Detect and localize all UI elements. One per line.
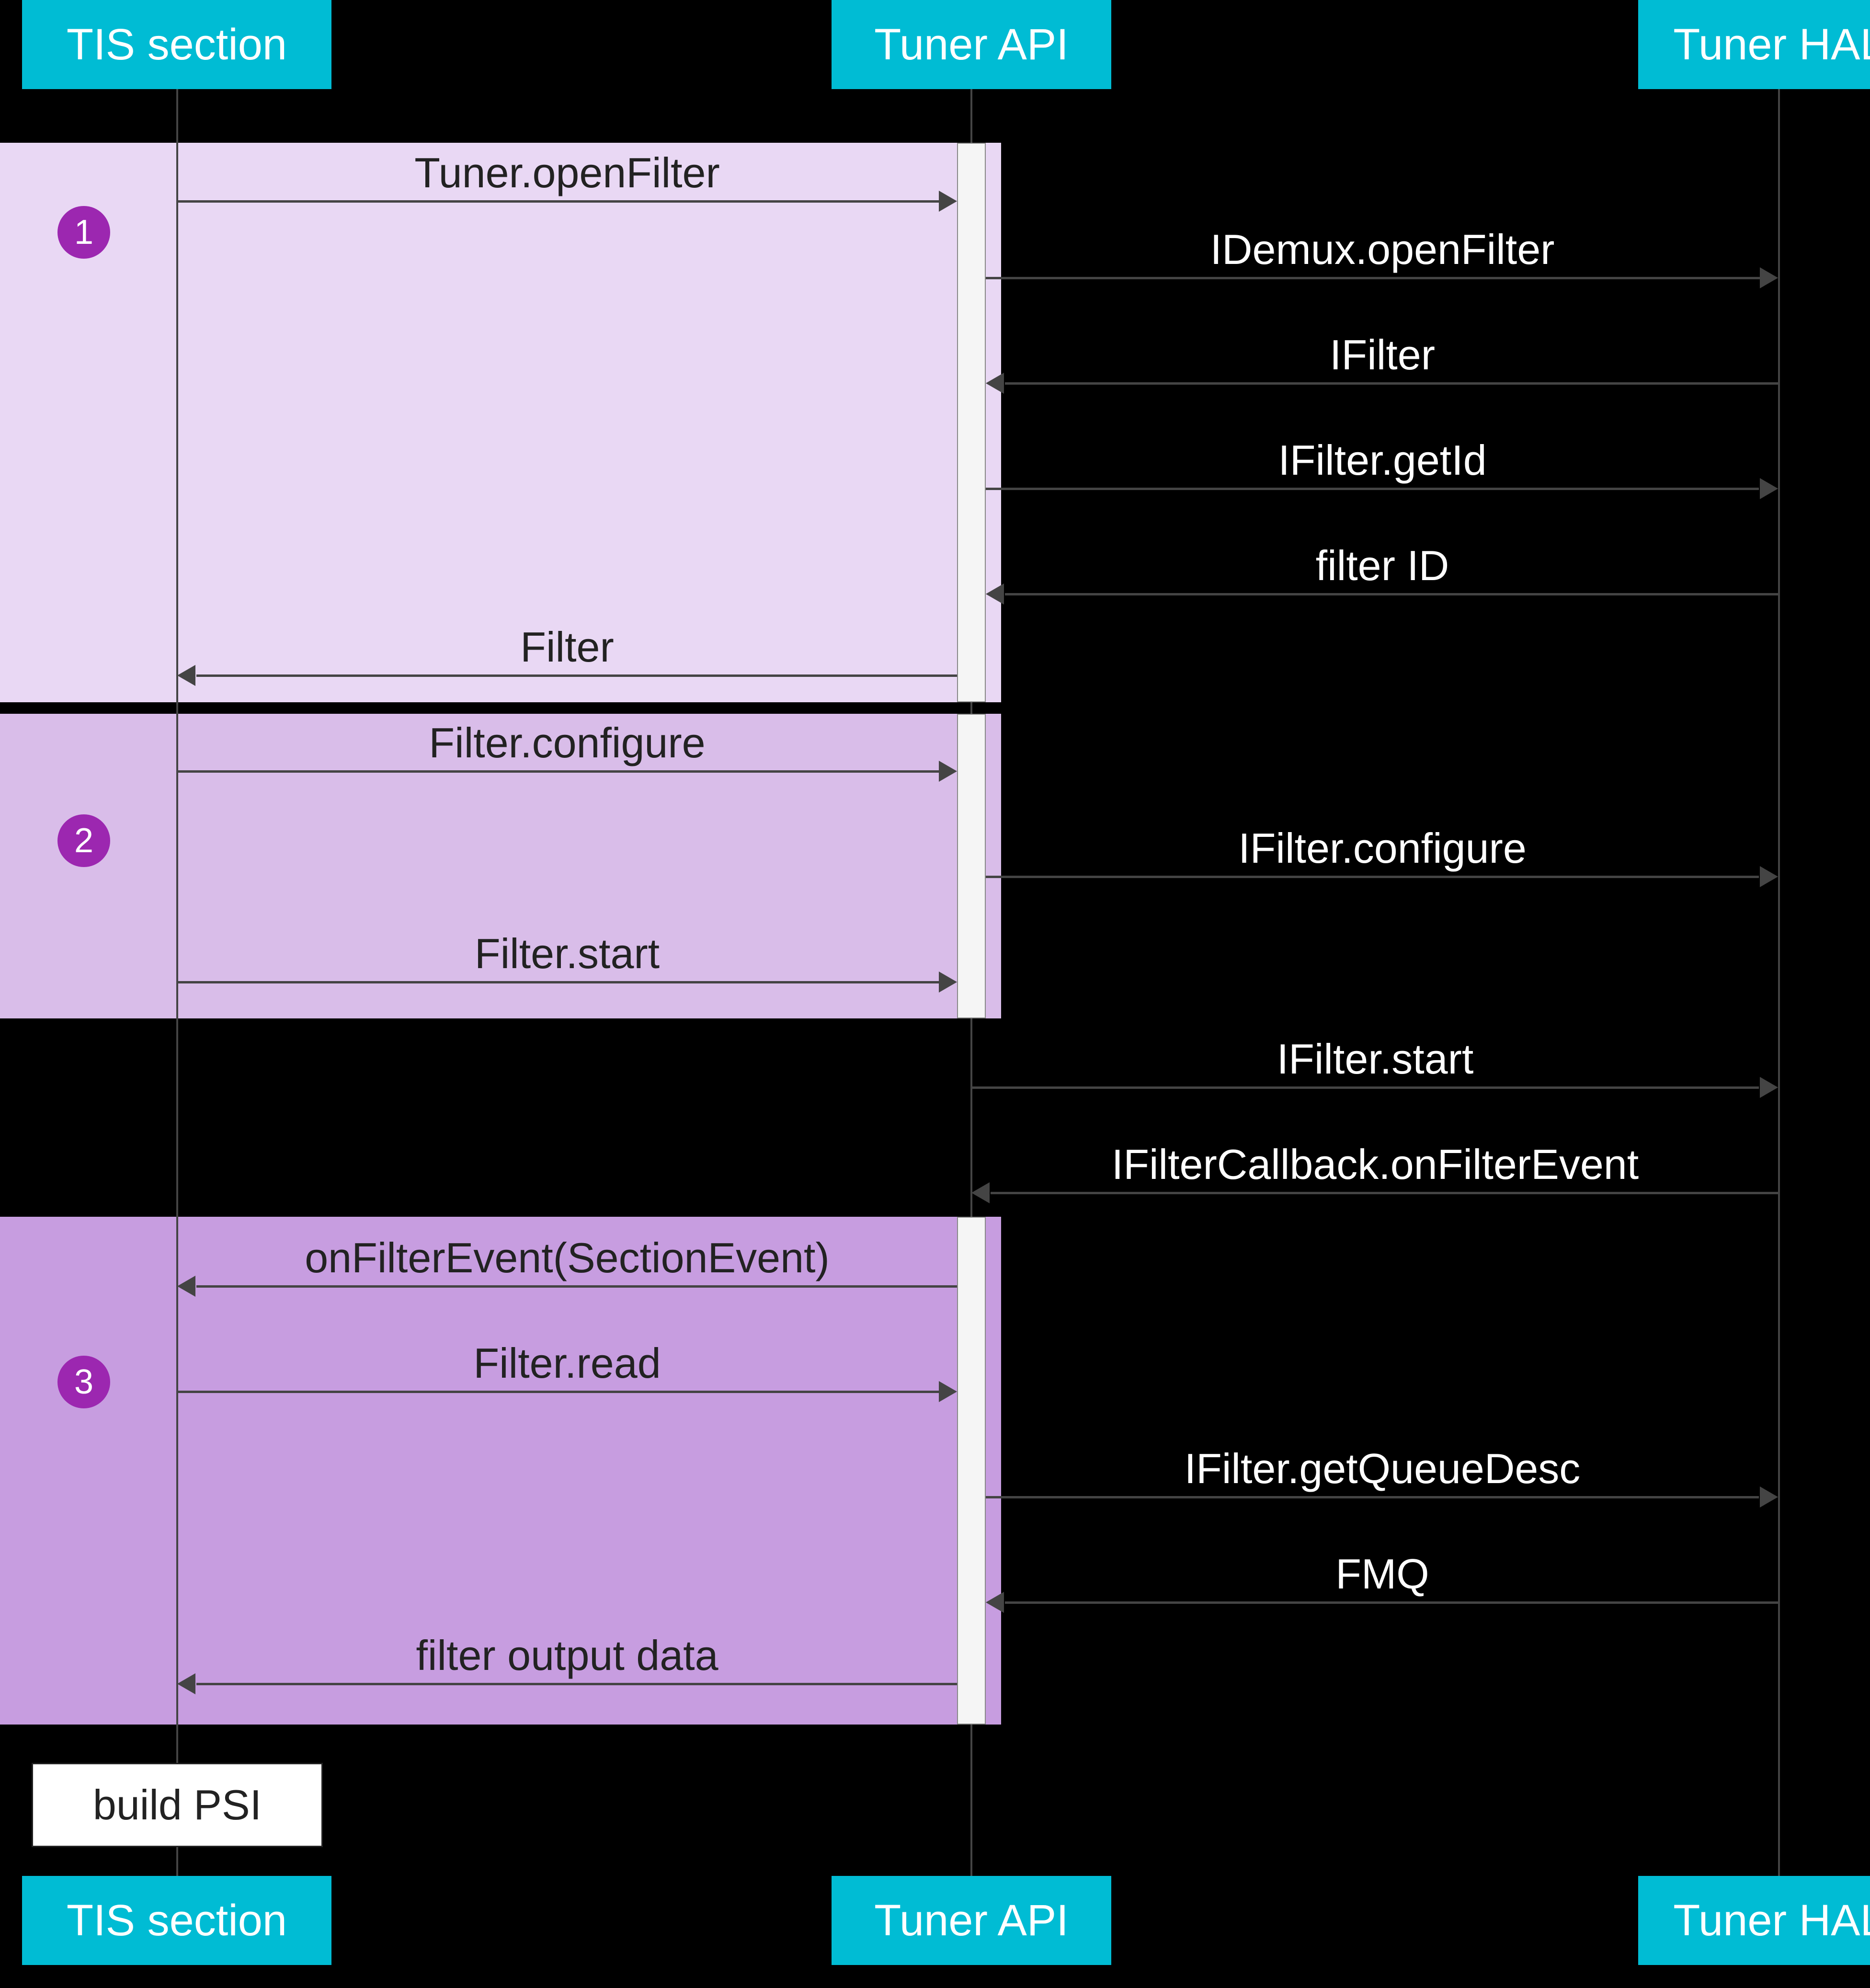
arrow-head [177, 1673, 195, 1694]
lifeline-label: Tuner API [874, 20, 1069, 70]
lifeline-header-api-top: Tuner API [832, 0, 1111, 89]
msg-openfilter: Tuner.openFilter [177, 149, 957, 197]
arrow-head [939, 761, 957, 782]
activation-api-3 [957, 1217, 986, 1725]
note-text: build PSI [93, 1781, 262, 1829]
arrow-head [986, 373, 1004, 394]
msg-filterid: filter ID [986, 541, 1779, 590]
arrow-head [986, 583, 1004, 605]
arrow [177, 770, 939, 773]
arrow [986, 277, 1760, 279]
msg-configure-hal: IFilter.configure [986, 824, 1779, 873]
arrow [196, 1285, 957, 1288]
arrow-head [939, 1381, 957, 1402]
arrow [986, 876, 1759, 878]
arrow-head [939, 971, 957, 993]
arrow-openfilter [177, 200, 939, 203]
arrow-head [986, 1592, 1004, 1613]
lifeline-header-hal-top: Tuner HAL [1638, 0, 1870, 89]
lifeline-label: TIS section [67, 20, 287, 70]
arrow [1005, 593, 1778, 595]
arrow-head [1760, 1486, 1778, 1508]
arrow [196, 674, 957, 677]
group-1-band [0, 143, 1001, 702]
lifeline-header-api-bottom: Tuner API [832, 1876, 1111, 1965]
msg-onevent-hal: IFilterCallback.onFilterEvent [971, 1140, 1779, 1189]
arrow [177, 981, 939, 983]
msg-getfmq: IFilter.getQueueDesc [986, 1444, 1779, 1493]
arrow [986, 488, 1759, 490]
arrow [1005, 1601, 1778, 1604]
badge-number: 1 [74, 213, 93, 252]
lifeline-header-hal-bottom: Tuner HAL [1638, 1876, 1870, 1965]
lifeline-header-tis-top: TIS section [22, 0, 331, 89]
msg-start: Filter.start [177, 929, 957, 978]
msg-start-hal: IFilter.start [971, 1035, 1779, 1084]
activation-api-1 [957, 143, 986, 702]
arrow-head [1760, 866, 1778, 887]
activation-api-2 [957, 714, 986, 1018]
lifeline-label: Tuner HAL [1673, 20, 1870, 70]
arrow [991, 1192, 1778, 1194]
arrow [177, 1391, 939, 1393]
lifeline-label: Tuner HAL [1673, 1896, 1870, 1946]
step-badge-3: 3 [57, 1356, 110, 1408]
step-badge-1: 1 [57, 206, 110, 259]
msg-outdata: filter output data [177, 1631, 957, 1680]
msg-onevent: onFilterEvent(SectionEvent) [177, 1234, 957, 1282]
lifeline-header-tis-bottom: TIS section [22, 1876, 331, 1965]
msg-read: Filter.read [177, 1339, 957, 1388]
arrow-head [177, 1276, 195, 1297]
lifeline-label: Tuner API [874, 1896, 1069, 1946]
arrow-head [971, 1182, 990, 1203]
arrow-head [177, 665, 195, 686]
msg-getid: IFilter.getId [986, 436, 1779, 485]
arrow [1005, 382, 1778, 385]
note-build-psi: build PSI [32, 1763, 323, 1847]
msg-fmq: FMQ [986, 1550, 1779, 1599]
msg-filter: Filter [177, 623, 957, 672]
msg-configure: Filter.configure [177, 719, 957, 767]
arrow-head [939, 191, 957, 212]
msg-ifilter: IFilter [986, 331, 1779, 379]
msg-openfilter-hal: IDemux.openFilter [986, 225, 1779, 274]
arrow [196, 1683, 957, 1685]
arrow-head [1760, 1077, 1778, 1098]
arrow [971, 1086, 1759, 1089]
arrow-head [1760, 478, 1778, 499]
badge-number: 3 [74, 1362, 93, 1402]
badge-number: 2 [74, 821, 93, 860]
step-badge-2: 2 [57, 814, 110, 867]
arrow-head [1760, 267, 1778, 288]
arrow [986, 1496, 1759, 1498]
lifeline-label: TIS section [67, 1896, 287, 1946]
